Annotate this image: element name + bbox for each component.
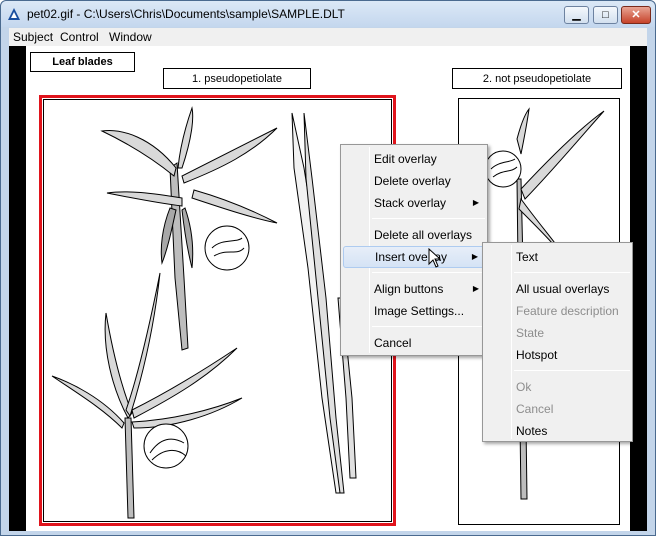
menu-subject[interactable]: Subject (13, 30, 53, 44)
menu-bar: Subject Control Window (9, 28, 647, 46)
close-icon: ✕ (631, 8, 641, 21)
menu-item-label: Image Settings... (374, 304, 465, 318)
menu-item-label: Cancel (516, 402, 554, 416)
menu-item-label: Edit overlay (374, 152, 437, 166)
menu-item-align-buttons[interactable]: Align buttons ▶ (343, 278, 485, 300)
submenu-item-state: State (485, 322, 630, 344)
menu-item-label: Ok (516, 380, 532, 394)
close-button[interactable]: ✕ (621, 6, 651, 24)
menu-item-insert-overlay[interactable]: Insert overlay ▶ (343, 246, 485, 268)
menu-item-label: Hotspot (516, 348, 558, 362)
menu-separator (372, 272, 485, 273)
menu-item-label: Align buttons (374, 282, 444, 296)
menu-item-delete-overlay[interactable]: Delete overlay (343, 170, 485, 192)
menu-item-label: All usual overlays (516, 282, 610, 296)
heading-label[interactable]: Leaf blades (30, 52, 135, 72)
menu-window[interactable]: Window (109, 30, 152, 44)
menu-item-label: Delete all overlays (374, 228, 473, 242)
menu-item-label: Delete overlay (374, 174, 451, 188)
submenu-item-all-usual-overlays[interactable]: All usual overlays (485, 278, 630, 300)
title-bar[interactable]: pet02.gif - C:\Users\Chris\Documents\sam… (1, 1, 655, 27)
submenu-arrow-icon: ▶ (472, 284, 479, 293)
menu-item-label: Text (516, 250, 539, 264)
menu-item-image-settings[interactable]: Image Settings... (343, 300, 485, 322)
submenu-item-text[interactable]: Text (485, 246, 630, 268)
mouse-pointer-icon (428, 248, 442, 268)
submenu-item-notes[interactable]: Notes (485, 420, 630, 442)
window-title: pet02.gif - C:\Users\Chris\Documents\sam… (27, 7, 345, 21)
caption-right-text: 2. not pseudopetiolate (482, 72, 592, 85)
caption-left-label[interactable]: 1. pseudopetiolate (163, 68, 311, 89)
heading-text: Leaf blades (52, 56, 113, 68)
caption-left-text: 1. pseudopetiolate (192, 72, 282, 85)
submenu-item-feature-description: Feature description (485, 300, 630, 322)
maximize-icon: □ (602, 8, 609, 21)
menu-item-label: Stack overlay (374, 196, 447, 210)
insert-overlay-submenu: Text All usual overlays Feature descript… (482, 242, 633, 442)
caption-right-label[interactable]: 2. not pseudopetiolate (452, 68, 622, 89)
maximize-button[interactable]: □ (593, 6, 618, 24)
submenu-item-ok: Ok (485, 376, 630, 398)
menu-item-label: State (516, 326, 545, 340)
app-icon[interactable] (7, 7, 21, 21)
menu-separator (514, 272, 630, 273)
submenu-arrow-icon: ▶ (471, 252, 478, 261)
menu-item-label: Cancel (374, 336, 412, 350)
minimize-icon: ▁ (572, 8, 581, 21)
menu-item-edit-overlay[interactable]: Edit overlay (343, 148, 485, 170)
menu-separator (372, 326, 485, 327)
menu-item-label: Notes (516, 424, 548, 438)
submenu-item-hotspot[interactable]: Hotspot (485, 344, 630, 366)
menu-item-label: Feature description (516, 304, 619, 318)
submenu-arrow-icon: ▶ (472, 198, 479, 207)
menu-separator (372, 218, 485, 219)
menu-control[interactable]: Control (60, 30, 99, 44)
overlay-context-menu: Edit overlay Delete overlay Stack overla… (340, 144, 488, 356)
submenu-item-cancel: Cancel (485, 398, 630, 420)
menu-separator (514, 370, 630, 371)
menu-item-delete-all-overlays[interactable]: Delete all overlays (343, 224, 485, 246)
menu-item-stack-overlay[interactable]: Stack overlay ▶ (343, 192, 485, 214)
menu-item-cancel[interactable]: Cancel (343, 332, 485, 354)
minimize-button[interactable]: ▁ (564, 6, 589, 24)
